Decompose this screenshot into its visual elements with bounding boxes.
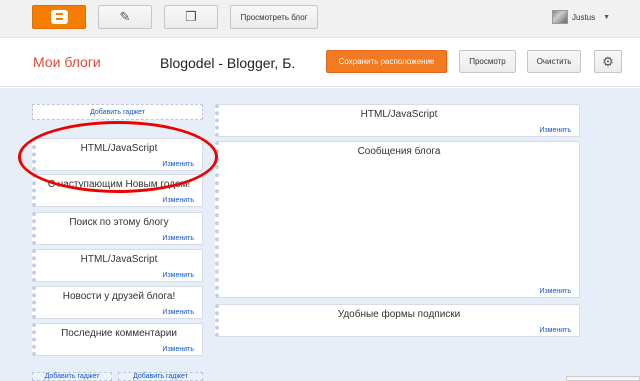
main-gadget[interactable]: Удобные формы подписки Изменить [215,304,580,337]
save-arrangement-button[interactable]: Сохранить расположение [326,50,447,73]
sidebar-gadget[interactable]: Новости у друзей блога! Изменить [32,286,203,319]
blogger-logo-icon [50,10,68,24]
preview-button[interactable]: Просмотр [459,50,516,73]
settings-button[interactable]: ⚙ [594,50,622,73]
user-menu[interactable]: Justus ▼ [552,10,610,24]
gadget-title: HTML/JavaScript [80,143,158,154]
gear-icon: ⚙ [602,53,614,69]
sidebar-gadget[interactable]: Поиск по этому блогу Изменить [32,212,203,245]
view-blog-button[interactable]: Просмотреть блог [230,5,318,29]
add-gadget-sidebar[interactable]: Добавить гаджет [32,104,203,120]
blog-title: Blogodel - Blogger, Б. [160,55,296,71]
top-toolbar: ✎ ❐ Просмотреть блог Justus ▼ [0,0,640,38]
clear-button[interactable]: Очистить [527,50,581,73]
avatar [552,10,568,24]
gadget-title: Новости у друзей блога! [62,291,176,302]
chevron-down-icon: ▼ [603,13,611,21]
new-post-button[interactable]: ✎ [98,5,152,29]
sidebar-gadget[interactable]: HTML/JavaScript Изменить [32,249,203,282]
gadget-title: HTML/JavaScript [80,254,158,265]
pencil-icon: ✎ [119,9,131,24]
gadget-title: Сообщения блога [357,146,441,157]
sidebar-gadget[interactable]: HTML/JavaScript Изменить [32,138,203,171]
edit-link[interactable]: Изменить [539,127,571,134]
add-gadget-footer-2[interactable]: Добавить гаджет [118,372,203,381]
page-header: Мои блоги Blogodel - Blogger, Б. Сохрани… [0,39,640,87]
sidebar-gadget[interactable]: С наступающим Новым годом! Изменить [32,174,203,207]
main-gadget[interactable]: Сообщения блога Изменить [215,141,580,298]
scrollbar[interactable] [566,376,640,381]
gadget-title: Поиск по этому блогу [69,217,169,228]
edit-link[interactable]: Изменить [539,288,571,295]
edit-link[interactable]: Изменить [162,346,194,353]
add-gadget-footer-1[interactable]: Добавить гаджет [32,372,112,381]
sidebar-gadget[interactable]: Последние комментарии Изменить [32,323,203,356]
main-gadget[interactable]: HTML/JavaScript Изменить [215,104,580,137]
edit-link[interactable]: Изменить [162,161,194,168]
edit-link[interactable]: Изменить [162,272,194,279]
gadget-title: HTML/JavaScript [360,109,438,120]
posts-list-icon: ❐ [185,9,197,24]
gadget-title: Последние комментарии [61,328,177,339]
my-blogs-link[interactable]: Мои блоги [33,54,101,70]
edit-link[interactable]: Изменить [539,327,571,334]
edit-link[interactable]: Изменить [162,235,194,242]
edit-link[interactable]: Изменить [162,309,194,316]
gadget-title: Удобные формы подписки [337,309,461,320]
gadget-title: С наступающим Новым годом! [47,179,191,190]
edit-link[interactable]: Изменить [162,197,194,204]
posts-list-button[interactable]: ❐ [164,5,218,29]
user-name: Justus [572,12,596,22]
blogger-home-button[interactable] [32,5,86,29]
